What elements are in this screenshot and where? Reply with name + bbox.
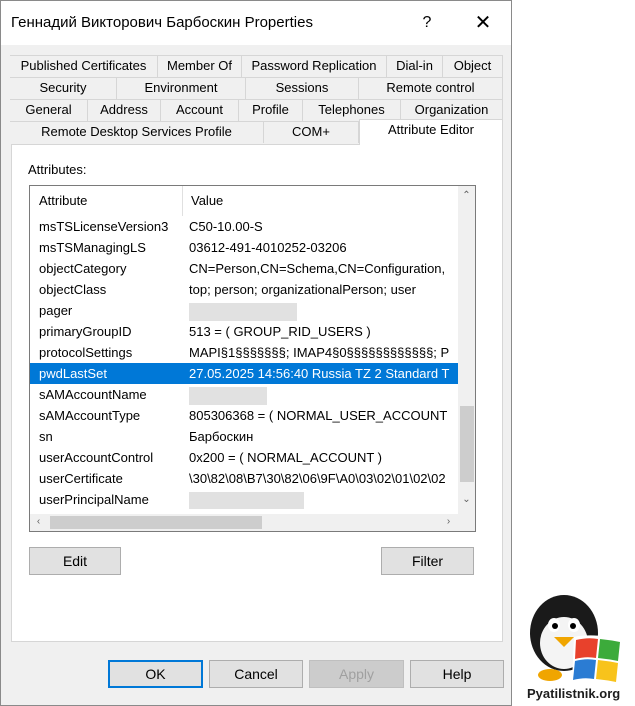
row-value: 27.05.2025 14:56:40 Russia TZ 2 Standard…: [189, 366, 450, 381]
table-row[interactable]: userAccountControl 0x200 = ( NORMAL_ACCO…: [30, 447, 458, 468]
table-row[interactable]: sAMAccountType 805306368 = ( NORMAL_USER…: [30, 405, 458, 426]
tab-com-plus[interactable]: COM+: [264, 121, 359, 143]
row-attribute: objectCategory: [39, 261, 127, 276]
table-row[interactable]: pager: [30, 300, 458, 321]
help-button[interactable]: Help: [410, 660, 504, 688]
tab-profile[interactable]: Profile: [239, 99, 303, 121]
tab-object[interactable]: Object: [443, 55, 503, 77]
ok-button[interactable]: OK: [108, 660, 203, 688]
column-header-attribute[interactable]: Attribute: [30, 186, 182, 216]
tab-environment[interactable]: Environment: [117, 77, 246, 99]
list-header: Attribute Value: [30, 186, 458, 216]
tab-security[interactable]: Security: [10, 77, 117, 99]
table-row[interactable]: protocolSettings MAPI§1§§§§§§§; IMAP4§0§…: [30, 342, 458, 363]
edit-button[interactable]: Edit: [29, 547, 121, 575]
redacted-value: [189, 302, 297, 321]
row-attribute: userCertificate: [39, 471, 123, 486]
close-icon[interactable]: ✕: [459, 5, 507, 41]
table-row[interactable]: objectClass top; person; organizationalP…: [30, 279, 458, 300]
tab-sessions[interactable]: Sessions: [246, 77, 359, 99]
table-row[interactable]: userCertificate \30\82\08\B7\30\82\06\9F…: [30, 468, 458, 489]
scroll-up-icon[interactable]: ⌃: [458, 190, 475, 201]
row-value: 805306368 = ( NORMAL_USER_ACCOUNT: [189, 408, 448, 423]
row-attribute: protocolSettings: [39, 345, 133, 360]
row-attribute: pager: [39, 303, 73, 318]
watermark-text: Pyatilistnik.org: [527, 686, 621, 701]
window-title: Геннадий Викторович Барбоскин Properties: [11, 14, 313, 31]
attributes-label: Attributes:: [28, 162, 87, 177]
column-header-value[interactable]: Value: [182, 186, 458, 216]
help-title-button[interactable]: ?: [405, 5, 449, 41]
filter-button[interactable]: Filter: [381, 547, 474, 575]
horizontal-scroll-thumb[interactable]: [50, 516, 262, 529]
scrollbar-corner: [458, 514, 475, 531]
apply-button[interactable]: Apply: [309, 660, 404, 688]
tab-account[interactable]: Account: [161, 99, 239, 121]
list-rows: msTSLicenseVersion3 C50-10.00-S msTSMana…: [30, 216, 458, 509]
row-value: top; person; organizationalPerson; user: [189, 282, 416, 297]
tab-password-replication[interactable]: Password Replication: [242, 55, 387, 77]
row-attribute: objectClass: [39, 282, 107, 297]
vertical-scroll-thumb[interactable]: [460, 406, 474, 482]
scroll-right-icon[interactable]: ›: [440, 516, 457, 527]
row-attribute: primaryGroupID: [39, 324, 132, 339]
redacted-value: [189, 491, 304, 509]
row-value: [189, 489, 458, 509]
row-value: \30\82\08\B7\30\82\06\9F\A0\03\02\01\02\…: [189, 471, 446, 486]
row-attribute: pwdLastSet: [39, 366, 107, 381]
table-row[interactable]: sn Барбоскин: [30, 426, 458, 447]
scroll-down-icon[interactable]: ⌄: [458, 494, 475, 505]
row-value: C50-10.00-S: [189, 219, 263, 234]
tab-general[interactable]: General: [10, 99, 88, 121]
vertical-scrollbar[interactable]: ⌃ ⌄: [458, 186, 475, 514]
row-value: CN=Person,CN=Schema,CN=Configuration,: [189, 261, 446, 276]
row-attribute: msTSManagingLS: [39, 240, 146, 255]
tab-organization[interactable]: Organization: [401, 99, 503, 121]
table-row[interactable]: objectCategory CN=Person,CN=Schema,CN=Co…: [30, 258, 458, 279]
row-attribute: sAMAccountType: [39, 408, 141, 423]
tab-telephones[interactable]: Telephones: [303, 99, 401, 121]
row-value: 0x200 = ( NORMAL_ACCOUNT ): [189, 450, 383, 465]
table-row[interactable]: sAMAccountName: [30, 384, 458, 405]
cancel-button[interactable]: Cancel: [209, 660, 303, 688]
row-value: [189, 300, 458, 321]
tab-member-of[interactable]: Member Of: [158, 55, 242, 77]
tab-dial-in[interactable]: Dial-in: [387, 55, 443, 77]
row-attribute: userAccountControl: [39, 450, 154, 465]
row-attribute: userPrincipalName: [39, 492, 149, 507]
attributes-list[interactable]: Attribute Value msTSLicenseVersion3 C50-…: [29, 185, 476, 532]
table-row[interactable]: msTSLicenseVersion3 C50-10.00-S: [30, 216, 458, 237]
horizontal-scrollbar[interactable]: ‹ ›: [30, 514, 458, 531]
title-bar: Геннадий Викторович Барбоскин Properties…: [1, 1, 511, 45]
row-attribute: msTSLicenseVersion3: [39, 219, 169, 234]
tab-remote-control[interactable]: Remote control: [359, 77, 503, 99]
redacted-value: [189, 386, 267, 405]
tab-attribute-editor[interactable]: Attribute Editor: [359, 119, 503, 145]
table-row[interactable]: userPrincipalName: [30, 489, 458, 509]
table-row-selected[interactable]: pwdLastSet 27.05.2025 14:56:40 Russia TZ…: [30, 363, 458, 384]
row-attribute: sn: [39, 429, 53, 444]
row-attribute: sAMAccountName: [39, 387, 147, 402]
row-value: 03612-491-4010252-03206: [189, 240, 347, 255]
row-value: [189, 384, 458, 405]
properties-dialog: Геннадий Викторович Барбоскин Properties…: [0, 0, 512, 706]
attribute-editor-panel: Attributes: Attribute Value msTSLicenseV…: [11, 144, 503, 642]
row-value: MAPI§1§§§§§§§; IMAP4§0§§§§§§§§§§§§; P: [189, 345, 450, 360]
row-value: 513 = ( GROUP_RID_USERS ): [189, 324, 371, 339]
tab-address[interactable]: Address: [88, 99, 161, 121]
table-row[interactable]: primaryGroupID 513 = ( GROUP_RID_USERS ): [30, 321, 458, 342]
row-value: Барбоскин: [189, 429, 254, 444]
table-row[interactable]: msTSManagingLS 03612-491-4010252-03206: [30, 237, 458, 258]
tab-remote-desktop-services-profile[interactable]: Remote Desktop Services Profile: [10, 121, 264, 143]
tab-published-certificates[interactable]: Published Certificates: [10, 55, 158, 77]
scroll-left-icon[interactable]: ‹: [30, 516, 47, 527]
